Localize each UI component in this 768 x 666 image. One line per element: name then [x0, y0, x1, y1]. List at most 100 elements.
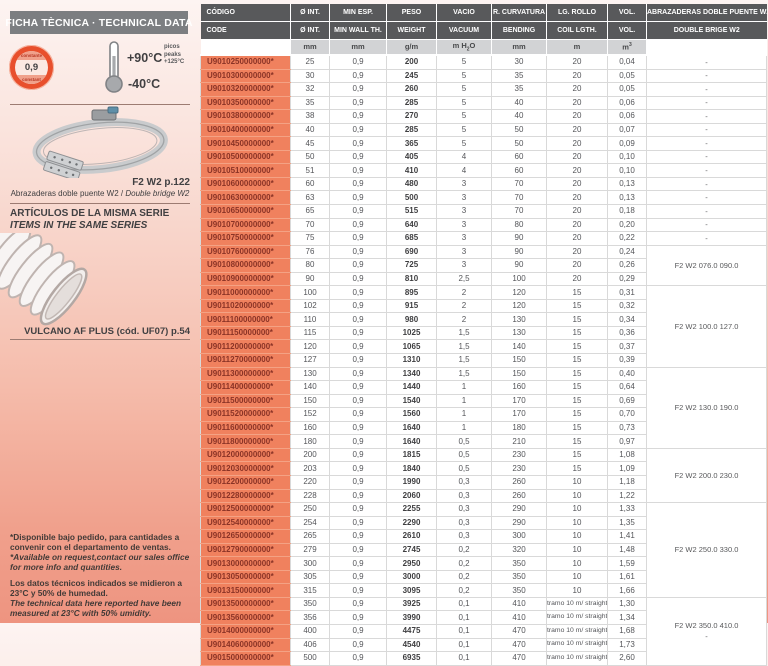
data-cell: 10 [547, 543, 608, 557]
data-cell: 70 [492, 177, 547, 191]
data-cell: 25 [291, 55, 330, 69]
clamp-reference-cell: - [647, 150, 767, 164]
data-cell: 300 [291, 557, 330, 571]
data-cell: 90 [492, 232, 547, 246]
data-cell: 5 [437, 83, 492, 97]
data-cell: 4540 [387, 638, 437, 652]
data-cell: 1 [437, 408, 492, 422]
data-cell: 1,22 [608, 489, 647, 503]
data-cell: 1,48 [608, 543, 647, 557]
data-cell: 1840 [387, 462, 437, 476]
data-cell: 350 [492, 584, 547, 598]
clamp-reference-cell: - [647, 164, 767, 178]
data-cell: 5 [437, 96, 492, 110]
data-cell: 3925 [387, 597, 437, 611]
data-cell: 0,2 [437, 557, 492, 571]
data-cell: 1560 [387, 408, 437, 422]
data-cell: 0,06 [608, 96, 647, 110]
data-cell: 0,9 [330, 340, 387, 354]
data-cell: 35 [492, 69, 547, 83]
data-cell: 0,06 [608, 110, 647, 124]
data-cell: 0,31 [608, 286, 647, 300]
data-cell: 150 [291, 394, 330, 408]
data-cell: 1,35 [608, 516, 647, 530]
data-cell: 0,1 [437, 624, 492, 638]
temp-peaks: picos peaks +125°C [164, 44, 184, 67]
data-cell: 170 [492, 394, 547, 408]
data-cell: 180 [492, 421, 547, 435]
data-cell: 20 [547, 83, 608, 97]
product-code-cell: U9010700000000* [201, 218, 291, 232]
data-cell: 0,9 [330, 272, 387, 286]
data-cell: 100 [492, 272, 547, 286]
column-header: ABRAZADERAS DOBLE PUENTE W2 [647, 4, 767, 22]
data-cell: 0,29 [608, 272, 647, 286]
temp-peaks-value: +125°C [164, 59, 184, 65]
data-cell: 0,9 [330, 543, 387, 557]
header-row-es: CÓDIGOØ INT.MIN ESP.PESOVACIOR. CURVATUR… [201, 4, 767, 22]
data-cell: 0,34 [608, 313, 647, 327]
data-cell: 20 [547, 205, 608, 219]
data-cell: 1440 [387, 381, 437, 395]
data-cell: 65 [291, 205, 330, 219]
header-row-en: CODEØ INT.MIN WALL TH.WEIGHTVACUUMBENDIN… [201, 22, 767, 40]
data-cell: 3095 [387, 584, 437, 598]
data-cell: 405 [387, 150, 437, 164]
table-row: U9011000000000*1000,98952120150,31F2 W2 … [201, 286, 767, 300]
data-cell: 20 [547, 55, 608, 69]
data-cell: 150 [492, 367, 547, 381]
product-code-cell: U9011300000000* [201, 367, 291, 381]
clamp-reference-cell: - [647, 218, 767, 232]
series-heading-en: ITEMS IN THE SAME SERIES [10, 220, 147, 231]
data-cell: 350 [492, 570, 547, 584]
data-cell: 690 [387, 245, 437, 259]
unit-cell: mm [492, 40, 547, 56]
data-cell: 0,9 [330, 597, 387, 611]
footnote-conditions-en: The technical data here reported have be… [10, 599, 194, 618]
data-cell: 0,20 [608, 218, 647, 232]
product-code-cell: U9013000000000* [201, 557, 291, 571]
data-cell: 0,3 [437, 516, 492, 530]
data-cell: 20 [547, 150, 608, 164]
data-cell: 2290 [387, 516, 437, 530]
temp-peaks-en: peaks [164, 52, 181, 58]
data-cell: 0,9 [330, 313, 387, 327]
data-cell: 0,9 [330, 462, 387, 476]
data-cell: 0,3 [437, 489, 492, 503]
data-cell: 0,9 [330, 69, 387, 83]
data-cell: 3 [437, 232, 492, 246]
table-row: U9010750000000*750,9685390200,22- [201, 232, 767, 246]
table-row: U9010400000000*400,9285550200,07- [201, 123, 767, 137]
data-cell: 0,2 [437, 543, 492, 557]
data-cell: 10 [547, 489, 608, 503]
data-cell: 0,9 [330, 475, 387, 489]
data-cell: 350 [492, 557, 547, 571]
data-cell: 500 [387, 191, 437, 205]
product-code-cell: U9011800000000* [201, 435, 291, 449]
data-cell: 0,1 [437, 638, 492, 652]
data-cell: 0,9 [330, 245, 387, 259]
data-cell: tramo 10 m/ straight [547, 638, 608, 652]
data-cell: 90 [492, 259, 547, 273]
data-cell: 0,04 [608, 55, 647, 69]
data-cell: 51 [291, 164, 330, 178]
data-cell: 230 [492, 448, 547, 462]
data-cell: 0,2 [437, 584, 492, 598]
data-cell: 0,9 [330, 96, 387, 110]
clamp-caption-en: Double bridge W2 [125, 189, 189, 198]
data-cell: 60 [492, 164, 547, 178]
data-cell: 90 [291, 272, 330, 286]
data-cell: 1 [437, 381, 492, 395]
data-cell: 0,9 [330, 638, 387, 652]
footnote-available-es: *Disponible bajo pedido, para cantidades… [10, 533, 194, 552]
data-cell: 0,9 [330, 381, 387, 395]
clamp-image [12, 106, 188, 183]
clamp-caption-es: Abrazaderas doble puente W2 / [11, 189, 126, 198]
product-code-cell: U9010350000000* [201, 96, 291, 110]
data-cell: 210 [492, 435, 547, 449]
clamp-reference-cell: F2 W2 200.0 230.0 [647, 448, 767, 502]
column-header: LG. ROLLO [547, 4, 608, 22]
thermometer-icon [103, 40, 125, 99]
product-code-cell: U9010400000000* [201, 123, 291, 137]
page-title: FICHA TÈCNICA · TECHNICAL DATA [10, 11, 188, 34]
